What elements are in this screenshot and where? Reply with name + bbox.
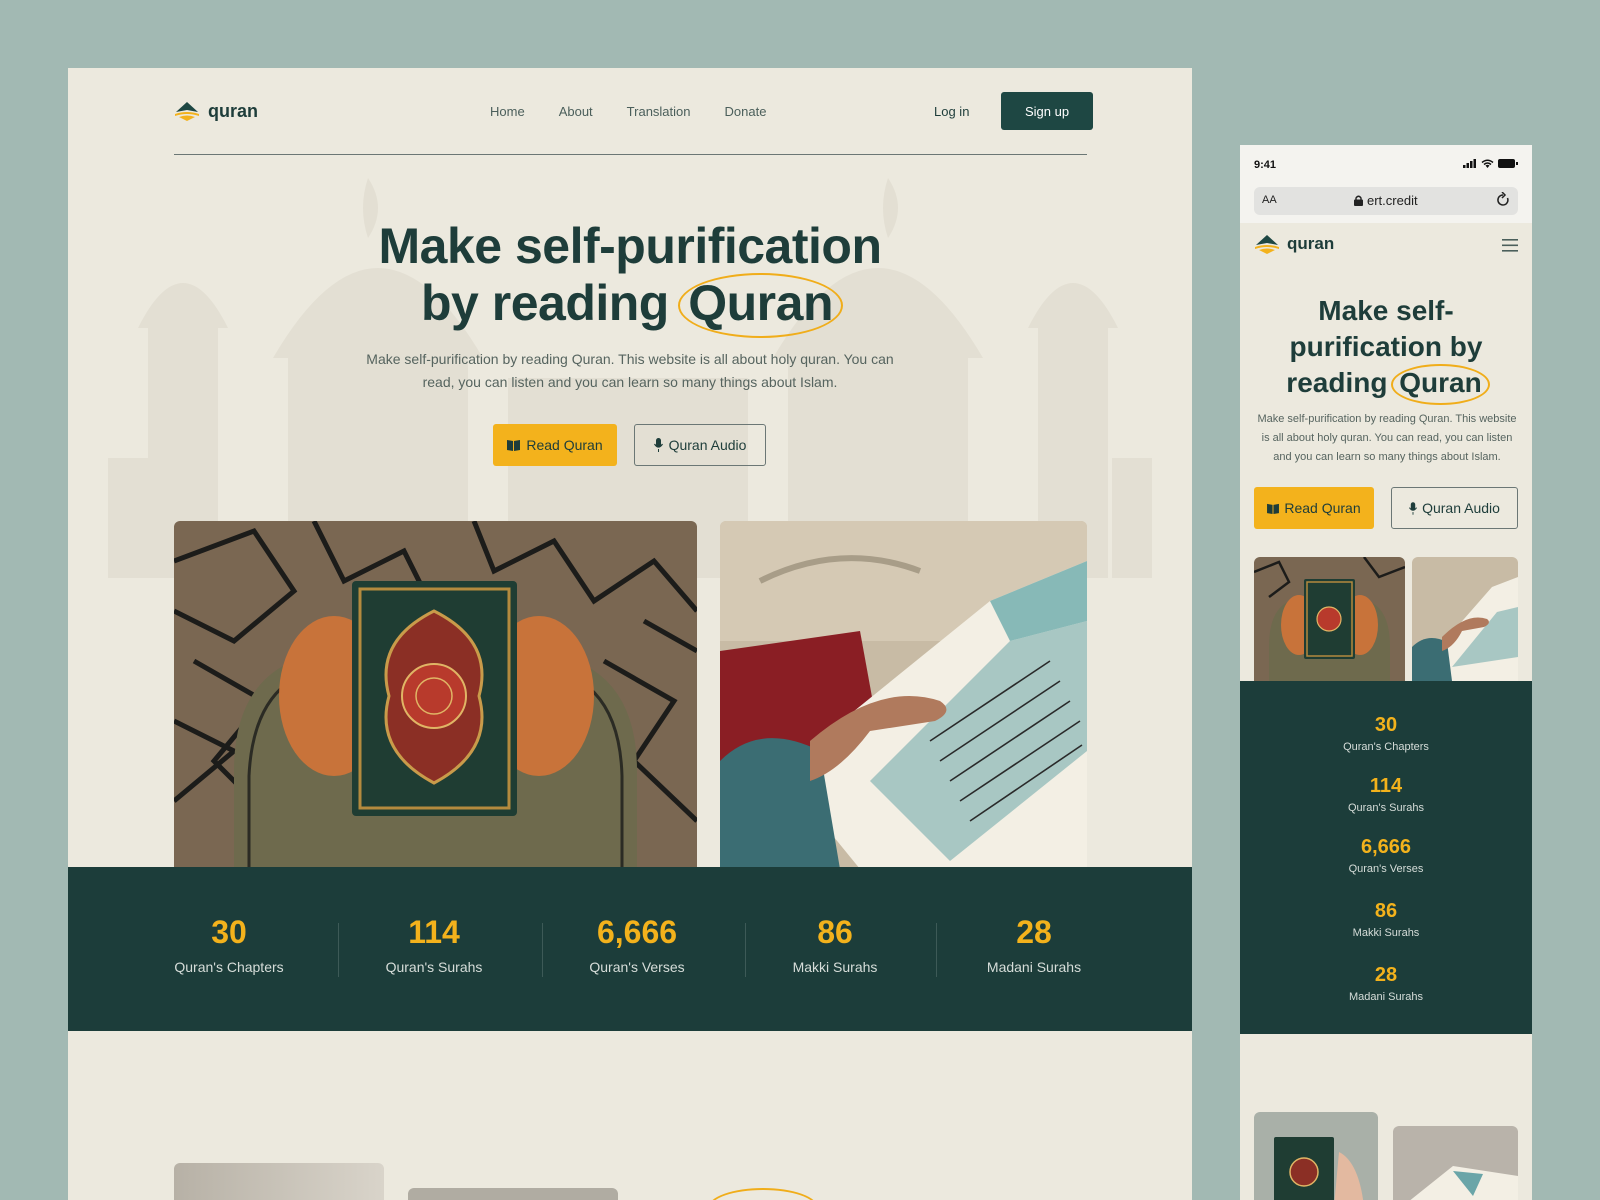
mobile-address-bar[interactable]: AA ert.credit — [1254, 187, 1518, 215]
stats-band: 30 Quran's Chapters 114 Quran's Surahs 6… — [68, 867, 1192, 1031]
mobile-next-section-image-1 — [1254, 1112, 1378, 1200]
stat-verses: 6,666 Quran's Verses — [581, 913, 693, 975]
mobile-reading-quran-photo — [1412, 557, 1518, 681]
mobile-title-highlight: Quran — [1391, 364, 1491, 405]
nav-link-translation[interactable]: Translation — [627, 104, 691, 119]
hero-title: Make self-purification by reading Quran — [68, 218, 1192, 338]
hamburger-menu-icon[interactable] — [1502, 239, 1518, 252]
next-section-highlight-ring — [708, 1188, 818, 1200]
next-section-image-2 — [408, 1188, 618, 1200]
mobile-stat-chapters: 30 Quran's Chapters — [1240, 713, 1532, 753]
stat-value: 30 — [1374, 714, 1398, 736]
stat-label: Madani Surahs — [1349, 991, 1423, 1003]
mobile-browser-chrome: 9:41 AA ert.credit — [1240, 145, 1532, 223]
stat-value: 86 — [817, 914, 853, 950]
quran-book-photo — [174, 521, 697, 869]
mobile-stats-band: 30 Quran's Chapters 114 Quran's Surahs 6… — [1240, 681, 1532, 1034]
stat-label: Quran's Chapters — [1343, 741, 1429, 753]
nav-link-donate[interactable]: Donate — [725, 104, 767, 119]
stat-label: Quran's Surahs — [385, 959, 483, 975]
microphone-icon — [653, 438, 663, 452]
mobile-quran-book-photo — [1254, 557, 1405, 681]
stat-value: 30 — [211, 914, 247, 950]
stat-label: Makki Surahs — [1352, 927, 1420, 939]
stat-value: 28 — [1016, 914, 1052, 950]
stat-value: 6,666 — [596, 914, 678, 950]
hero-subtitle: Make self-purification by reading Quran.… — [366, 351, 894, 390]
stat-divider — [542, 923, 543, 977]
mobile-stat-verses: 6,666 Quran's Verses — [1240, 835, 1532, 875]
stat-value: 114 — [408, 914, 460, 950]
address-domain: ert.credit — [1354, 193, 1418, 208]
battery-icon — [1498, 159, 1518, 168]
brand-logo[interactable]: quran — [174, 100, 258, 122]
stat-value: 114 — [1369, 775, 1403, 797]
open-book-icon — [1267, 503, 1280, 514]
desktop-page: quran Home About Translation Donate Log … — [68, 68, 1192, 1200]
address-url-text: ert.credit — [1367, 193, 1418, 208]
stat-label: Madani Surahs — [986, 959, 1082, 975]
nav-links: Home About Translation Donate — [490, 104, 766, 119]
reader-text-size-button[interactable]: AA — [1262, 194, 1277, 206]
mobile-hero-subtitle: Make self-purification by reading Quran.… — [1257, 413, 1517, 463]
nav-divider — [174, 154, 1087, 155]
top-navbar: quran Home About Translation Donate Log … — [174, 92, 1093, 136]
mobile-title-line3: reading — [1286, 367, 1388, 398]
mobile-stat-surahs: 114 Quran's Surahs — [1240, 774, 1532, 814]
stat-label: Quran's Verses — [589, 959, 685, 975]
wifi-icon — [1481, 159, 1494, 168]
stat-divider — [338, 923, 339, 977]
stat-divider — [745, 923, 746, 977]
stat-label: Quran's Chapters — [174, 959, 284, 975]
hero-title-line1: Make self-purification — [378, 218, 883, 274]
mobile-stat-madani: 28 Madani Surahs — [1240, 963, 1532, 1003]
quran-book-logo-icon — [1255, 235, 1279, 254]
login-link[interactable]: Log in — [934, 104, 969, 119]
mobile-next-section-image-2 — [1393, 1126, 1518, 1200]
quran-audio-button[interactable]: Quran Audio — [634, 424, 766, 466]
mobile-read-quran-button[interactable]: Read Quran — [1254, 487, 1374, 529]
status-icons — [1463, 159, 1518, 168]
mobile-title-line1: Make self- — [1318, 295, 1454, 326]
lock-icon — [1354, 195, 1363, 206]
mobile-stat-makki: 86 Makki Surahs — [1240, 899, 1532, 939]
nav-link-home[interactable]: Home — [490, 104, 525, 119]
status-time: 9:41 — [1254, 159, 1277, 171]
brand-name: quran — [1287, 234, 1335, 253]
read-quran-label: Read Quran — [526, 437, 603, 453]
open-book-icon — [507, 440, 521, 451]
reading-quran-photo — [720, 521, 1087, 869]
stat-value: 6,666 — [1360, 836, 1412, 858]
stat-label: Quran's Surahs — [1347, 802, 1425, 814]
microphone-icon — [1409, 501, 1418, 515]
reload-icon[interactable] — [1496, 192, 1510, 208]
mobile-brand-logo[interactable]: quran — [1254, 233, 1334, 255]
stat-surahs: 114 Quran's Surahs — [379, 913, 489, 975]
hero-title-highlight: Quran — [678, 273, 843, 338]
brand-name: quran — [208, 100, 259, 121]
quran-audio-label: Quran Audio — [668, 437, 747, 453]
stat-makki: 86 Makki Surahs — [785, 913, 885, 975]
signal-icon — [1463, 159, 1476, 168]
stat-chapters: 30 Quran's Chapters — [174, 913, 284, 975]
stat-madani: 28 Madani Surahs — [981, 913, 1087, 975]
next-section-image-1 — [174, 1163, 384, 1200]
mobile-quran-audio-button[interactable]: Quran Audio — [1391, 487, 1518, 529]
mobile-page: 9:41 AA ert.credit quran Make self- puri… — [1240, 145, 1532, 1200]
stat-label: Makki Surahs — [792, 959, 878, 975]
stat-value: 28 — [1374, 964, 1398, 986]
mobile-title-line2: purification by — [1289, 331, 1483, 362]
read-quran-label: Read Quran — [1284, 500, 1361, 516]
stat-divider — [936, 923, 937, 977]
nav-link-about[interactable]: About — [559, 104, 593, 119]
quran-book-logo-icon — [175, 102, 199, 121]
quran-audio-label: Quran Audio — [1422, 500, 1500, 516]
stat-label: Quran's Verses — [1348, 863, 1424, 875]
hero-title-line2: by reading — [421, 275, 669, 331]
mobile-hero-title: Make self- purification by reading Quran — [1240, 293, 1532, 405]
read-quran-button[interactable]: Read Quran — [493, 424, 617, 466]
stat-value: 86 — [1374, 900, 1398, 922]
signup-button[interactable]: Sign up — [1001, 92, 1093, 130]
